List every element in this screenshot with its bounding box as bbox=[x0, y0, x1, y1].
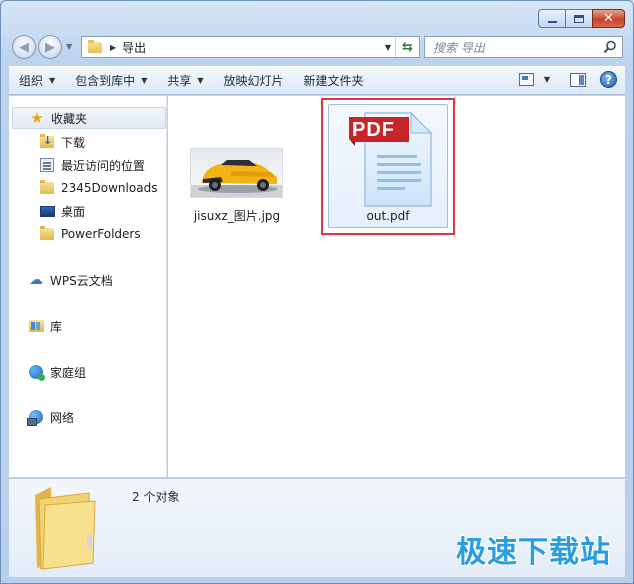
sidebar-item-label: 家庭组 bbox=[50, 365, 87, 380]
item-count: 2 个对象 bbox=[132, 490, 180, 504]
sidebar-item-favorites[interactable]: ★ 收藏夹 bbox=[12, 107, 166, 129]
file-name: jisuxz_图片.jpg bbox=[193, 209, 281, 223]
sidebar-item-powerfolders[interactable]: PowerFolders bbox=[39, 223, 141, 245]
file-list: jisuxz_图片.jpg PDF out.pdf bbox=[168, 96, 625, 477]
details-pane: 2 个对象 极速下载站 bbox=[9, 478, 625, 577]
preview-pane-icon[interactable] bbox=[570, 72, 586, 87]
address-bar[interactable]: ▶ 导出 ▼ ⇆ bbox=[81, 36, 420, 58]
navigation-row: ◀ ▶ ▼ ▶ 导出 ▼ ⇆ 搜索 导出 bbox=[9, 34, 625, 60]
pdf-badge-text: PDF bbox=[352, 119, 395, 141]
new-folder-label: 新建文件夹 bbox=[303, 74, 364, 88]
refresh-icon: ⇆ bbox=[402, 39, 413, 55]
library-icon bbox=[28, 320, 44, 332]
breadcrumb-chevron-icon[interactable]: ▶ bbox=[110, 43, 116, 52]
close-icon: ✕ bbox=[603, 11, 614, 26]
sidebar-item-label: PowerFolders bbox=[61, 227, 141, 241]
maximize-button[interactable] bbox=[565, 9, 593, 28]
chevron-down-icon: ▼ bbox=[141, 76, 148, 85]
toolbar-right-controls: ▼ ? bbox=[518, 71, 617, 88]
navigation-pane: ★ 收藏夹 下载 最近访问的位置 2345Downloads 桌面 PowerF… bbox=[9, 96, 167, 477]
back-arrow-icon: ◀ bbox=[19, 39, 29, 55]
sidebar-item-2345downloads[interactable]: 2345Downloads bbox=[39, 177, 157, 199]
search-placeholder: 搜索 导出 bbox=[433, 40, 485, 55]
folder-icon bbox=[40, 226, 54, 240]
share-menu[interactable]: 共享 ▼ bbox=[157, 67, 213, 94]
sidebar-item-downloads[interactable]: 下载 bbox=[39, 131, 85, 153]
star-icon: ★ bbox=[30, 109, 44, 127]
sidebar-item-network[interactable]: 网络 bbox=[27, 406, 75, 428]
new-folder-button[interactable]: 新建文件夹 bbox=[294, 67, 374, 94]
organize-label: 组织 bbox=[19, 74, 44, 88]
sidebar-item-desktop[interactable]: 桌面 bbox=[39, 200, 85, 222]
explorer-window: ✕ ◀ ▶ ▼ ▶ 导出 ▼ ⇆ 搜索 导出 组织 ▼ 包含到库中 ▼ 共享 ▼… bbox=[0, 0, 634, 584]
recent-places-icon bbox=[40, 158, 54, 172]
folder-large-icon bbox=[35, 487, 96, 570]
sidebar-item-wps-cloud[interactable]: ☁ WPS云文档 bbox=[28, 269, 113, 291]
forward-arrow-icon: ▶ bbox=[45, 39, 55, 55]
change-view-icon[interactable] bbox=[518, 73, 534, 86]
minimize-button[interactable] bbox=[538, 9, 566, 28]
maximize-icon bbox=[574, 14, 584, 23]
chevron-down-icon: ▼ bbox=[197, 76, 204, 85]
slideshow-label: 放映幻灯片 bbox=[223, 74, 284, 88]
back-button[interactable]: ◀ bbox=[12, 35, 36, 59]
search-input[interactable]: 搜索 导出 bbox=[424, 36, 623, 58]
network-icon bbox=[27, 410, 43, 426]
folder-icon bbox=[88, 39, 102, 53]
sidebar-item-label: WPS云文档 bbox=[50, 273, 113, 288]
watermark-logo: 极速下载站 bbox=[456, 535, 611, 570]
sidebar-item-label: 下载 bbox=[61, 135, 86, 150]
organize-menu[interactable]: 组织 ▼ bbox=[9, 67, 65, 94]
forward-button[interactable]: ▶ bbox=[38, 35, 62, 59]
sidebar-item-label: 2345Downloads bbox=[61, 181, 158, 195]
sidebar-item-libraries[interactable]: 库 bbox=[28, 315, 62, 337]
help-icon[interactable]: ? bbox=[600, 71, 617, 88]
folder-icon bbox=[40, 180, 54, 194]
sidebar-item-recent-places[interactable]: 最近访问的位置 bbox=[39, 154, 145, 176]
sidebar-item-label: 网络 bbox=[50, 410, 75, 425]
close-button[interactable]: ✕ bbox=[592, 9, 625, 28]
include-in-library-label: 包含到库中 bbox=[75, 74, 136, 88]
recent-pages-dropdown[interactable]: ▼ bbox=[66, 42, 72, 51]
sidebar-item-label: 最近访问的位置 bbox=[61, 158, 146, 173]
file-name: out.pdf bbox=[366, 209, 410, 223]
sidebar-item-homegroup[interactable]: 家庭组 bbox=[28, 361, 86, 383]
sidebar-item-label: 收藏夹 bbox=[51, 111, 88, 126]
refresh-button[interactable]: ⇆ bbox=[395, 37, 419, 57]
command-bar: 组织 ▼ 包含到库中 ▼ 共享 ▼ 放映幻灯片 新建文件夹 ▼ ? bbox=[9, 66, 625, 95]
address-dropdown-icon[interactable]: ▼ bbox=[385, 43, 391, 52]
homegroup-icon bbox=[29, 365, 45, 381]
chevron-down-icon: ▼ bbox=[49, 76, 56, 85]
image-thumbnail bbox=[190, 148, 283, 198]
search-icon[interactable] bbox=[603, 40, 617, 54]
view-options-dropdown-icon[interactable]: ▼ bbox=[544, 75, 550, 84]
share-label: 共享 bbox=[167, 74, 192, 88]
include-in-library-menu[interactable]: 包含到库中 ▼ bbox=[65, 67, 157, 94]
desktop-icon bbox=[39, 205, 55, 217]
cloud-icon: ☁ bbox=[29, 272, 43, 288]
car-photo-icon bbox=[191, 160, 282, 197]
minimize-icon bbox=[547, 20, 557, 23]
caption-buttons: ✕ bbox=[538, 9, 625, 28]
slideshow-button[interactable]: 放映幻灯片 bbox=[214, 67, 294, 94]
breadcrumb-item[interactable]: 导出 bbox=[122, 39, 146, 56]
sidebar-item-label: 库 bbox=[50, 319, 63, 334]
download-folder-icon bbox=[40, 134, 54, 148]
sidebar-item-label: 桌面 bbox=[61, 204, 86, 219]
